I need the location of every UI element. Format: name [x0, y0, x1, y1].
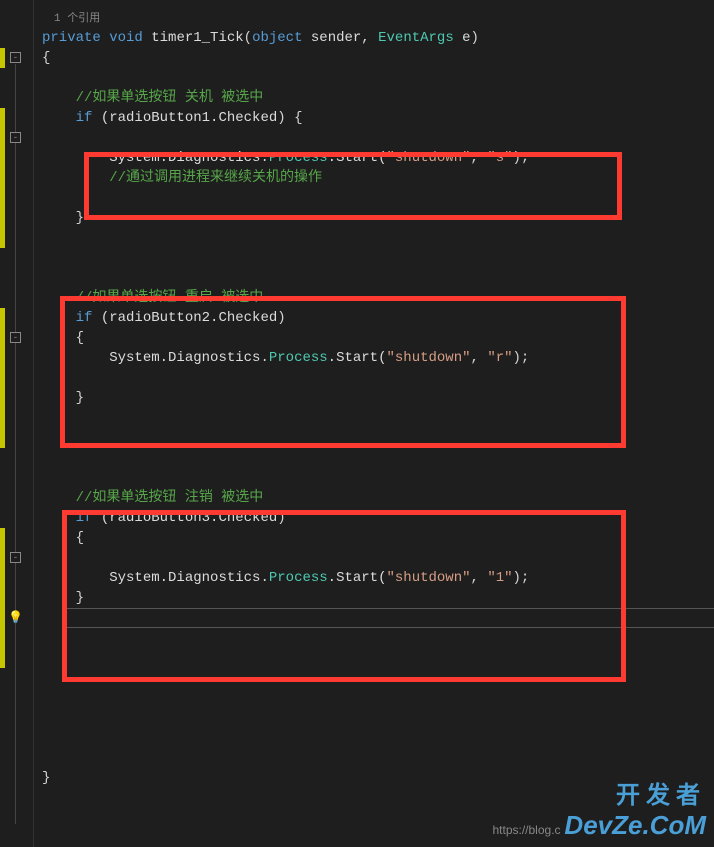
lightbulb-icon[interactable]: 💡: [8, 608, 23, 628]
fold-toggle-icon[interactable]: -: [10, 552, 21, 563]
code-line[interactable]: }: [34, 388, 714, 408]
code-line[interactable]: //如果单选按钮 关机 被选中: [34, 88, 714, 108]
code-line[interactable]: System.Diagnostics.Process.Start("shutdo…: [34, 148, 714, 168]
code-line[interactable]: }: [34, 588, 714, 608]
code-line[interactable]: if (radioButton1.Checked) {: [34, 108, 714, 128]
code-line[interactable]: //如果单选按钮 重启 被选中: [34, 288, 714, 308]
code-line[interactable]: }: [34, 208, 714, 228]
code-line[interactable]: //如果单选按钮 注销 被选中: [34, 488, 714, 508]
code-line[interactable]: [34, 548, 714, 568]
code-line[interactable]: private void timer1_Tick(object sender, …: [34, 28, 714, 48]
code-line[interactable]: if (radioButton2.Checked): [34, 308, 714, 328]
fold-gutter[interactable]: - - - - 💡: [5, 0, 34, 847]
code-line[interactable]: [34, 128, 714, 148]
code-line[interactable]: {: [34, 328, 714, 348]
code-line[interactable]: System.Diagnostics.Process.Start("shutdo…: [34, 348, 714, 368]
codelens-references[interactable]: 1 个引用: [34, 10, 714, 28]
code-line[interactable]: [34, 68, 714, 88]
code-line[interactable]: {: [34, 48, 714, 68]
fold-toggle-icon[interactable]: -: [10, 332, 21, 343]
code-line[interactable]: if (radioButton3.Checked): [34, 508, 714, 528]
fold-toggle-icon[interactable]: -: [10, 52, 21, 63]
code-line[interactable]: System.Diagnostics.Process.Start("shutdo…: [34, 568, 714, 588]
code-area[interactable]: 1 个引用 private void timer1_Tick(object se…: [34, 0, 714, 847]
code-line[interactable]: [34, 368, 714, 388]
code-line[interactable]: [34, 188, 714, 208]
code-editor[interactable]: - - - - 💡 1 个引用 private void timer1_Tick…: [0, 0, 714, 847]
fold-toggle-icon[interactable]: -: [10, 132, 21, 143]
code-line[interactable]: }: [34, 768, 714, 788]
code-line[interactable]: //通过调用进程来继续关机的操作: [34, 168, 714, 188]
code-line[interactable]: {: [34, 528, 714, 548]
